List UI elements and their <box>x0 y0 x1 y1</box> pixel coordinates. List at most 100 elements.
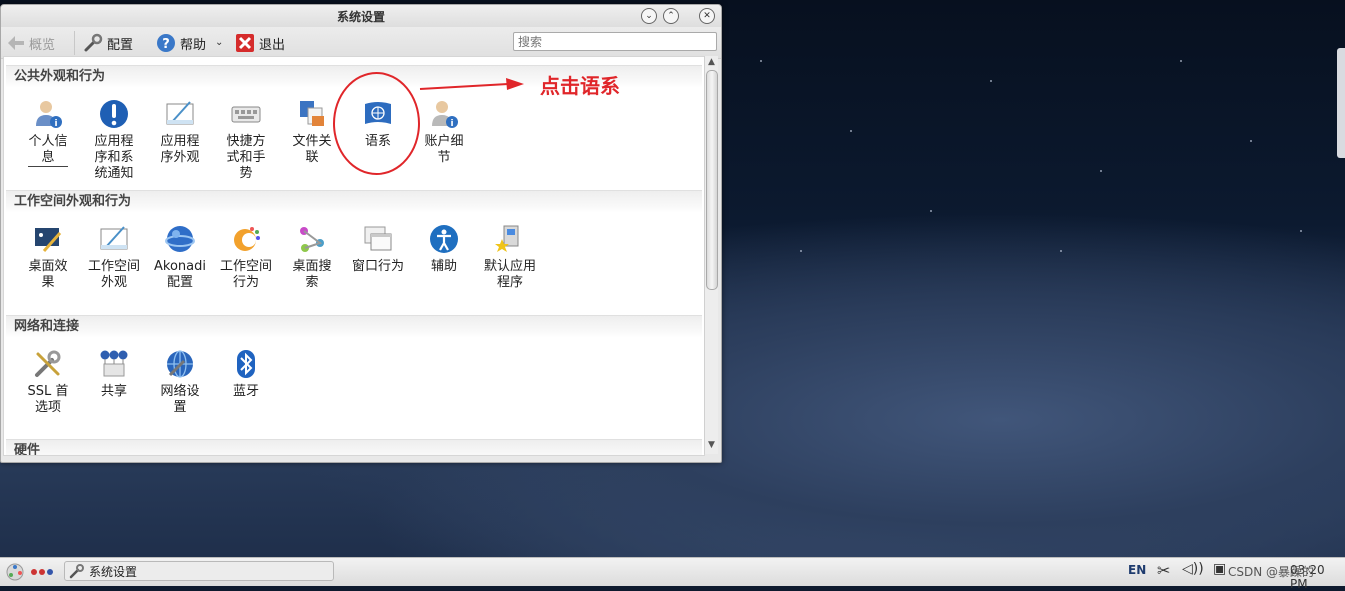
svg-text:i: i <box>450 119 453 129</box>
item-window-behavior[interactable]: 窗口行为 <box>345 223 411 275</box>
section-hardware: 硬件 <box>6 439 702 455</box>
maximize-button[interactable]: ⌃ <box>663 8 679 24</box>
workspace-appearance-icon <box>100 226 128 250</box>
watermark-text: CSDN @暴躁的 <box>1228 565 1315 579</box>
panel-edge-handle[interactable] <box>1337 48 1345 158</box>
user-info-icon: i <box>36 101 62 129</box>
item-label: SSL 首 选项 <box>27 384 69 415</box>
annotation-text: 点击语系 <box>540 74 620 98</box>
help-button[interactable]: ? 帮助 <box>156 33 206 53</box>
notification-icon <box>100 100 128 128</box>
window-title: 系统设置 <box>336 10 385 24</box>
item-sharing[interactable]: 共享 <box>81 348 147 400</box>
section-workspace-appearance: 工作空间外观和行为 桌面效 果 工作空间 外观 Akonadi 配置 工作空间 … <box>6 190 702 313</box>
item-bluetooth[interactable]: 蓝牙 <box>213 348 279 400</box>
vertical-scrollbar[interactable]: ▲ ▼ <box>704 56 718 454</box>
configure-button[interactable]: 配置 <box>83 33 133 53</box>
item-label: 桌面效 果 <box>28 259 68 290</box>
wrench-icon <box>84 33 103 52</box>
item-label: 蓝牙 <box>232 384 259 399</box>
back-arrow-icon <box>8 36 24 50</box>
network-status-icon[interactable]: ▣ <box>1213 561 1226 577</box>
item-label: 工作空间 行为 <box>219 259 272 290</box>
help-dropdown-chevron-icon[interactable]: ⌄ <box>215 37 223 48</box>
item-notifications[interactable]: 应用程 序和系 统通知 <box>81 98 147 182</box>
item-ssl-preferences[interactable]: SSL 首 选项 <box>15 348 81 416</box>
help-label: 帮助 <box>180 37 207 53</box>
item-label: 账户细 节 <box>424 134 464 165</box>
window-behavior-icon <box>364 226 392 251</box>
scroll-up-icon[interactable]: ▲ <box>705 57 718 69</box>
keyboard-layout-indicator[interactable]: EN <box>1128 563 1146 577</box>
toolbar-separator <box>74 31 75 55</box>
item-label: 应用程 序和系 统通知 <box>94 134 134 181</box>
overview-button[interactable]: 概览 <box>7 33 55 53</box>
item-desktop-effects[interactable]: 桌面效 果 <box>15 223 81 291</box>
item-label: Akonadi 配置 <box>154 259 206 290</box>
item-label: 桌面搜 索 <box>292 259 332 290</box>
item-account-details[interactable]: i 账户细 节 <box>411 98 477 166</box>
scrollbar-thumb[interactable] <box>706 70 718 290</box>
quit-label: 退出 <box>259 37 286 53</box>
accessibility-icon <box>430 225 458 253</box>
task-label: 系统设置 <box>89 564 138 579</box>
item-workspace-behavior[interactable]: 工作空间 行为 <box>213 223 279 291</box>
item-akonadi[interactable]: Akonadi 配置 <box>147 223 213 291</box>
file-association-icon <box>300 101 324 126</box>
item-personal-info[interactable]: i 个人信 息 <box>15 98 81 167</box>
app-appearance-icon <box>166 101 194 125</box>
item-label: 网络设 置 <box>160 384 200 415</box>
default-apps-icon <box>495 225 519 252</box>
sharing-icon <box>100 350 128 377</box>
item-accessibility[interactable]: 辅助 <box>411 223 477 275</box>
item-desktop-search[interactable]: 桌面搜 索 <box>279 223 345 291</box>
item-label: 共享 <box>100 384 127 399</box>
svg-text:?: ? <box>162 37 170 52</box>
quit-x-icon <box>236 34 254 52</box>
section-network: 网络和连接 SSL 首 选项 共享 网络设 置 蓝牙 <box>6 315 702 438</box>
section-title: 网络和连接 <box>6 315 702 338</box>
section-title: 工作空间外观和行为 <box>6 190 702 213</box>
scroll-down-icon[interactable]: ▼ <box>705 440 718 452</box>
keyboard-shortcuts-icon <box>231 106 261 123</box>
workspace-behavior-icon <box>234 227 260 251</box>
activity-dots-icon[interactable] <box>31 568 53 576</box>
app-launcher-icon[interactable] <box>6 563 24 581</box>
window-titlebar[interactable]: 系统设置 ⌄ ⌃ ✕ <box>1 5 721 27</box>
item-label: 应用程 序外观 <box>160 134 200 165</box>
minimize-button[interactable]: ⌄ <box>641 8 657 24</box>
item-shortcuts[interactable]: 快捷方 式和手 势 <box>213 98 279 182</box>
configure-label: 配置 <box>107 37 134 53</box>
desktop-search-icon <box>300 227 324 252</box>
search-input[interactable] <box>513 32 717 51</box>
overview-label: 概览 <box>29 37 56 53</box>
item-app-appearance[interactable]: 应用程 序外观 <box>147 98 213 166</box>
wrench-icon <box>69 564 84 579</box>
item-default-apps[interactable]: 默认应用 程序 <box>477 223 543 291</box>
taskbar-task-system-settings[interactable]: 系统设置 <box>64 561 334 581</box>
desktop-effects-icon <box>35 228 62 252</box>
ssl-tools-icon <box>35 350 61 377</box>
item-label: 默认应用 程序 <box>483 259 536 290</box>
volume-icon[interactable]: ◁)) <box>1182 561 1204 577</box>
taskbar: 系统设置 EN ✂ ◁)) ▣ 03:20 PM CSDN @暴躁的 <box>0 557 1345 591</box>
quit-button[interactable]: 退出 <box>235 33 285 53</box>
svg-text:i: i <box>54 119 57 129</box>
item-workspace-appearance[interactable]: 工作空间 外观 <box>81 223 147 291</box>
item-label: 快捷方 式和手 势 <box>226 134 266 181</box>
annotation-circle <box>333 72 420 175</box>
item-label: 个人信 息 <box>28 134 68 167</box>
item-label: 窗口行为 <box>351 259 404 274</box>
clipboard-scissors-icon[interactable]: ✂ <box>1157 561 1170 580</box>
help-icon: ? <box>157 34 175 52</box>
item-label: 工作空间 外观 <box>87 259 140 290</box>
annotation-arrow-icon <box>419 78 524 90</box>
account-details-icon: i <box>432 101 458 129</box>
bluetooth-icon <box>237 350 255 378</box>
network-settings-icon <box>167 350 193 378</box>
close-button[interactable]: ✕ <box>699 8 715 24</box>
section-title: 硬件 <box>6 439 702 455</box>
item-network-settings[interactable]: 网络设 置 <box>147 348 213 416</box>
toolbar: 概览 配置 ? 帮助 ⌄ 退出 <box>1 27 721 59</box>
item-label: 辅助 <box>430 259 457 274</box>
